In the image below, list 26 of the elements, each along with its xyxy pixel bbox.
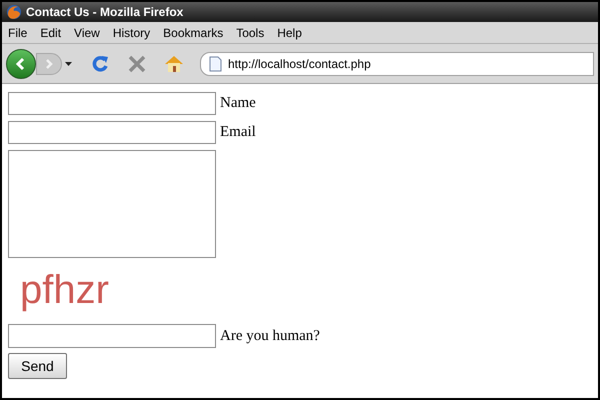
url-text: http://localhost/contact.php [228, 56, 371, 72]
text-field[interactable] [8, 121, 216, 144]
field-label: Name [220, 94, 256, 114]
send-button[interactable]: Send [8, 353, 67, 379]
menu-item[interactable]: File [8, 24, 28, 42]
window-title: Contact Us - Mozilla Firefox [26, 4, 184, 21]
message-field[interactable] [8, 150, 216, 258]
stop-icon[interactable] [128, 54, 146, 72]
menu-item[interactable]: Bookmarks [163, 24, 224, 42]
home-icon[interactable] [164, 54, 184, 72]
address-bar[interactable]: http://localhost/contact.php [200, 52, 594, 76]
menu-item[interactable]: View [74, 24, 100, 42]
dropdown-caret-icon [65, 62, 72, 66]
menu-item[interactable]: Edit [40, 24, 62, 42]
menu-item[interactable]: Tools [236, 24, 264, 42]
back-button[interactable] [6, 48, 36, 78]
field-label: Are you human? [220, 326, 320, 346]
page-icon [209, 56, 222, 72]
firefox-logo-icon [6, 4, 22, 20]
captcha-text: pfhzr [20, 267, 109, 314]
text-field[interactable] [8, 92, 216, 115]
menu-item[interactable]: Help [277, 24, 302, 42]
field-label: Email [220, 123, 256, 142]
text-field[interactable] [8, 324, 216, 348]
reload-icon[interactable] [90, 54, 110, 74]
menu-item[interactable]: History [112, 24, 150, 42]
